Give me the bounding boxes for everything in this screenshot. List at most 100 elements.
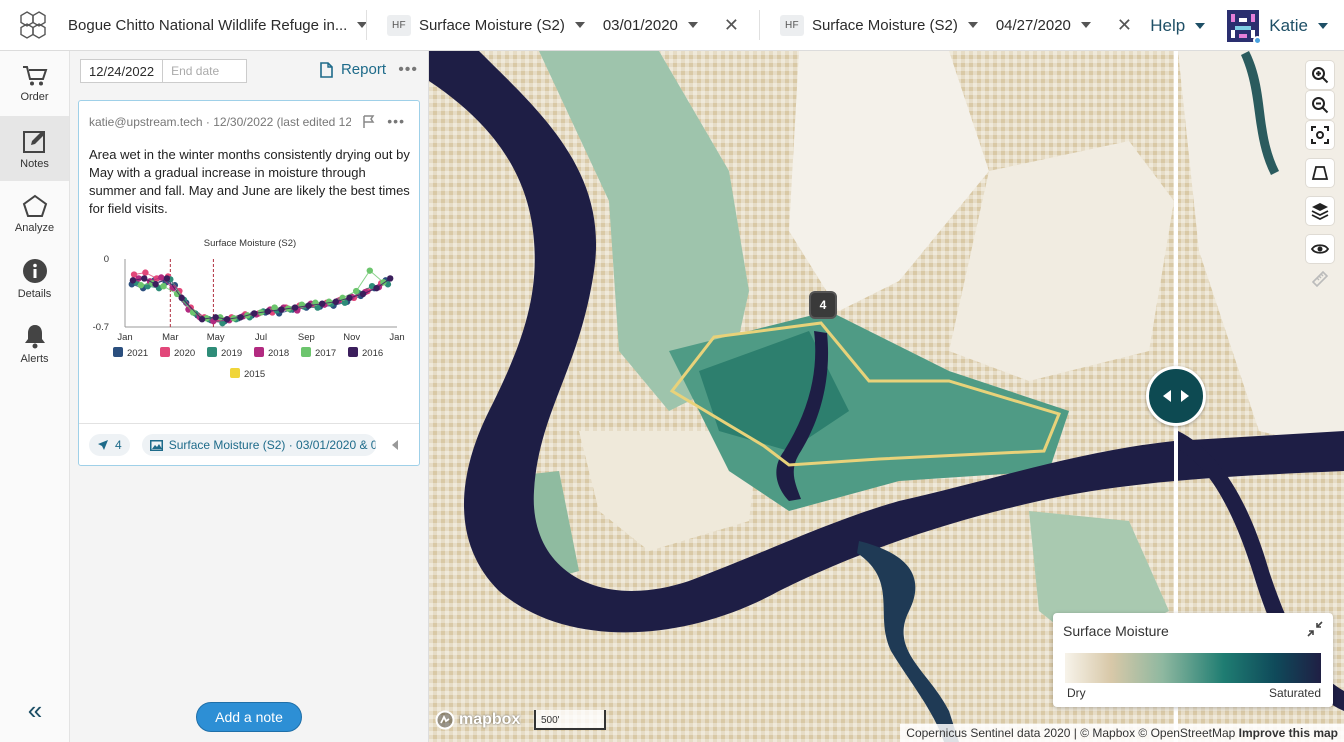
data-point bbox=[325, 298, 333, 305]
nav-label: Analyze bbox=[14, 221, 55, 234]
data-point bbox=[332, 298, 339, 305]
caret-left-icon[interactable] bbox=[391, 440, 398, 450]
close-icon[interactable]: ✕ bbox=[1117, 16, 1132, 34]
x-tick-label: Mar bbox=[162, 332, 178, 343]
zoom-out-button[interactable] bbox=[1306, 91, 1334, 119]
legend-min-label: Dry bbox=[1067, 686, 1086, 700]
x-tick-label: Jul bbox=[255, 332, 267, 343]
note-meta: katie@upstream.tech · 12/30/2022 (last e… bbox=[89, 115, 351, 129]
visibility-button[interactable] bbox=[1306, 235, 1334, 263]
chevron-down-icon[interactable] bbox=[574, 22, 585, 28]
map-attribution: Copernicus Sentinel data 2020 | © Mapbox… bbox=[900, 724, 1344, 742]
user-menu[interactable]: Katie bbox=[1227, 9, 1328, 45]
layer-date[interactable]: 04/27/2020 bbox=[996, 17, 1071, 34]
edit-note-icon bbox=[22, 130, 45, 153]
location-count: 4 bbox=[115, 438, 122, 452]
right-layer-selector[interactable]: HF Surface Moisture (S2) 04/27/2020 ✕ bbox=[760, 0, 1152, 51]
zoom-in-button[interactable] bbox=[1306, 61, 1334, 89]
note-more-icon[interactable]: ••• bbox=[387, 113, 405, 129]
chevron-down-icon[interactable] bbox=[1080, 22, 1091, 28]
chart-title: Surface Moisture (S2) bbox=[204, 238, 296, 249]
perspective-button[interactable] bbox=[1306, 159, 1334, 187]
property-name: Bogue Chitto National Wildlife Refuge in… bbox=[68, 16, 348, 34]
data-point bbox=[251, 310, 258, 317]
note-card[interactable]: katie@upstream.tech · 12/30/2022 (last e… bbox=[78, 100, 420, 466]
close-icon[interactable]: ✕ bbox=[724, 16, 739, 34]
data-point bbox=[163, 275, 171, 282]
end-date-field[interactable]: End date bbox=[163, 59, 248, 83]
data-point bbox=[141, 275, 148, 282]
location-chip[interactable]: 4 bbox=[89, 434, 130, 456]
cart-icon bbox=[22, 65, 47, 85]
avatar bbox=[1227, 9, 1263, 45]
nav-item-notes[interactable]: Notes bbox=[0, 116, 69, 181]
nav-item-alerts[interactable]: Alerts bbox=[0, 311, 69, 376]
improve-map-link[interactable]: Improve this map bbox=[1239, 726, 1338, 740]
legend-swatch bbox=[160, 347, 170, 357]
left-layer-selector[interactable]: HF Surface Moisture (S2) 03/01/2020 ✕ bbox=[367, 0, 759, 51]
nav-item-order[interactable]: Order bbox=[0, 51, 69, 116]
nav-item-analyze[interactable]: Analyze bbox=[0, 181, 69, 246]
legend-swatch bbox=[301, 347, 311, 357]
start-date-field[interactable]: 12/24/2022 bbox=[80, 59, 164, 83]
data-point bbox=[373, 284, 380, 292]
note-text: Area wet in the winter months consistent… bbox=[89, 147, 410, 216]
nav-label: Alerts bbox=[20, 352, 49, 365]
data-point bbox=[135, 275, 142, 282]
help-menu[interactable]: Help bbox=[1150, 15, 1206, 36]
attribution-text: Copernicus Sentinel data 2020 | © Mapbox… bbox=[906, 726, 1236, 740]
data-point bbox=[198, 316, 206, 323]
data-point bbox=[346, 294, 353, 302]
top-bar: Bogue Chitto National Wildlife Refuge in… bbox=[0, 0, 1344, 51]
x-tick-label: Jan bbox=[389, 332, 404, 343]
image-icon bbox=[149, 439, 163, 451]
app-logo-icon[interactable] bbox=[0, 0, 66, 51]
legend-label: 2019 bbox=[221, 348, 242, 359]
layers-button[interactable] bbox=[1306, 197, 1334, 225]
layer-name[interactable]: Surface Moisture (S2) bbox=[812, 17, 958, 34]
layer-chip-label: Surface Moisture (S2) · 03/01/2020 & 0..… bbox=[168, 438, 376, 452]
data-point bbox=[305, 302, 312, 309]
report-button[interactable]: Report bbox=[320, 61, 386, 78]
layer-tag: HF bbox=[387, 14, 411, 36]
property-selector[interactable]: Bogue Chitto National Wildlife Refuge in… bbox=[66, 0, 368, 51]
user-name: Katie bbox=[1269, 15, 1308, 35]
location-arrow-icon bbox=[98, 440, 108, 450]
mapbox-icon bbox=[435, 710, 455, 730]
note-location-marker[interactable]: 4 bbox=[809, 291, 837, 319]
data-point bbox=[319, 300, 326, 307]
more-options-icon[interactable]: ••• bbox=[398, 61, 418, 79]
eye-icon bbox=[1311, 244, 1329, 254]
bell-icon bbox=[24, 324, 45, 348]
nav-item-details[interactable]: Details bbox=[0, 246, 69, 311]
chevron-down-icon[interactable] bbox=[687, 22, 698, 28]
map-view[interactable]: 4 Surface Moisture Dry Saturated mapbox … bbox=[429, 51, 1344, 742]
fit-bounds-button[interactable] bbox=[1306, 121, 1334, 149]
map-legend: Surface Moisture Dry Saturated bbox=[1053, 613, 1333, 707]
data-point bbox=[237, 314, 244, 321]
collapse-sidebar-button[interactable]: « bbox=[0, 695, 70, 726]
layers-icon bbox=[1311, 203, 1329, 220]
y-tick-label: -0.7 bbox=[93, 322, 109, 333]
data-point bbox=[278, 306, 285, 313]
moisture-chart: Surface Moisture (S2) 0 -0.7 Jan Mar May Jul Se… bbox=[79, 229, 421, 425]
fit-bounds-icon bbox=[1311, 126, 1329, 144]
data-point bbox=[160, 283, 167, 290]
legend-swatch bbox=[254, 347, 264, 357]
layer-date[interactable]: 03/01/2020 bbox=[603, 17, 678, 34]
data-point bbox=[212, 314, 219, 321]
add-note-button[interactable]: Add a note bbox=[196, 702, 302, 732]
zoom-out-icon bbox=[1312, 97, 1329, 114]
mapbox-logo[interactable]: mapbox bbox=[435, 710, 520, 730]
help-label: Help bbox=[1150, 15, 1186, 35]
swipe-handle[interactable] bbox=[1146, 366, 1206, 426]
measure-button[interactable] bbox=[1306, 265, 1334, 293]
left-right-arrows-icon bbox=[1163, 390, 1189, 402]
layer-chip[interactable]: Surface Moisture (S2) · 03/01/2020 & 0..… bbox=[141, 434, 376, 456]
flag-icon[interactable] bbox=[363, 115, 375, 129]
layer-name[interactable]: Surface Moisture (S2) bbox=[419, 17, 565, 34]
chevron-down-icon[interactable] bbox=[967, 22, 978, 28]
nav-label: Notes bbox=[20, 157, 49, 170]
data-point bbox=[387, 275, 394, 282]
collapse-icon[interactable] bbox=[1307, 621, 1323, 637]
